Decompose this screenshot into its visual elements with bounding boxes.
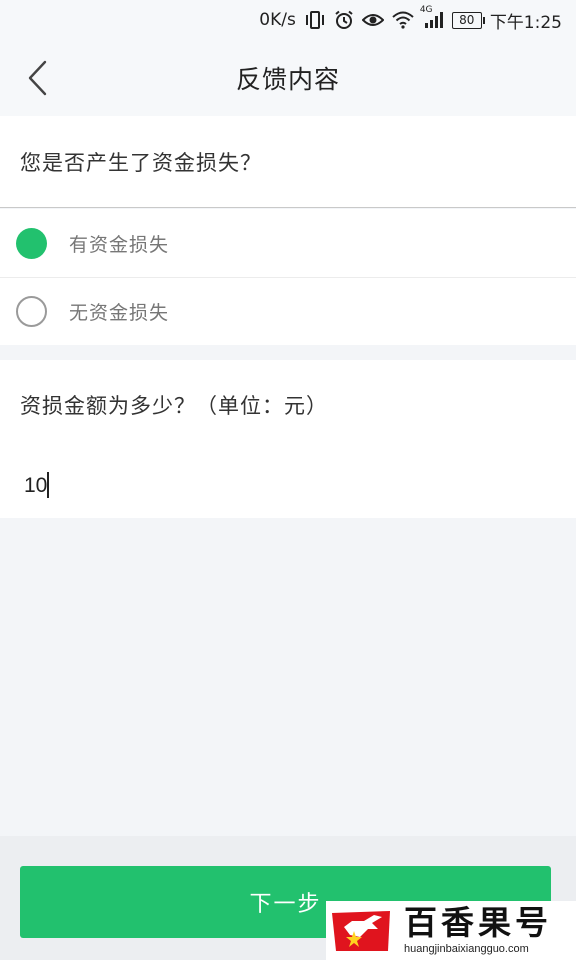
option-label: 无资金损失 — [69, 302, 170, 324]
option-label: 有资金损失 — [69, 233, 170, 256]
clock: 下午1:25 — [489, 12, 562, 33]
watermark: 百香果号 huangjinbaixiangguo.com — [326, 901, 576, 960]
watermark-logo-icon — [330, 907, 394, 955]
option-no-loss[interactable]: 无资金损失 — [0, 277, 576, 345]
chevron-left-icon — [28, 60, 47, 96]
net-speed: 0K/s — [259, 10, 296, 30]
status-bar: 0K/s 4G 80 下午1:25 — [0, 0, 576, 40]
loss-options: 有资金损失 无资金损失 — [0, 209, 576, 345]
network-type: 4G — [419, 5, 433, 15]
text-caret — [47, 472, 49, 498]
wifi-icon — [392, 9, 414, 31]
eye-icon — [361, 9, 384, 31]
alarm-icon — [334, 9, 354, 31]
screen: 0K/s 4G 80 下午1:25 反馈内容 您是否产生了资金损失？ 有资金损失… — [0, 0, 576, 960]
radio-unchecked-icon[interactable] — [16, 296, 47, 327]
app-header: 反馈内容 — [0, 40, 576, 116]
radio-checked-icon[interactable] — [16, 227, 47, 259]
watermark-name: 百香果号 — [404, 903, 552, 942]
page-title: 反馈内容 — [235, 65, 340, 94]
back-button[interactable] — [20, 58, 56, 98]
watermark-url: huangjinbaixiangguo.com — [404, 943, 529, 955]
signal-icon: 4G — [420, 5, 444, 31]
battery-level: 80 — [459, 13, 475, 27]
amount-question-text: 资损金额为多少？（单位：元） — [20, 394, 328, 418]
amount-input[interactable]: 10 — [0, 466, 576, 506]
watermark-text: 百香果号 huangjinbaixiangguo.com — [404, 906, 552, 955]
option-has-loss[interactable]: 有资金损失 — [0, 209, 576, 277]
vibrate-icon — [304, 9, 326, 31]
battery-icon: 80 — [451, 11, 485, 29]
amount-value: 10 — [24, 474, 48, 497]
loss-question-text: 您是否产生了资金损失？ — [20, 150, 262, 175]
loss-question-card: 您是否产生了资金损失？ — [0, 116, 576, 208]
